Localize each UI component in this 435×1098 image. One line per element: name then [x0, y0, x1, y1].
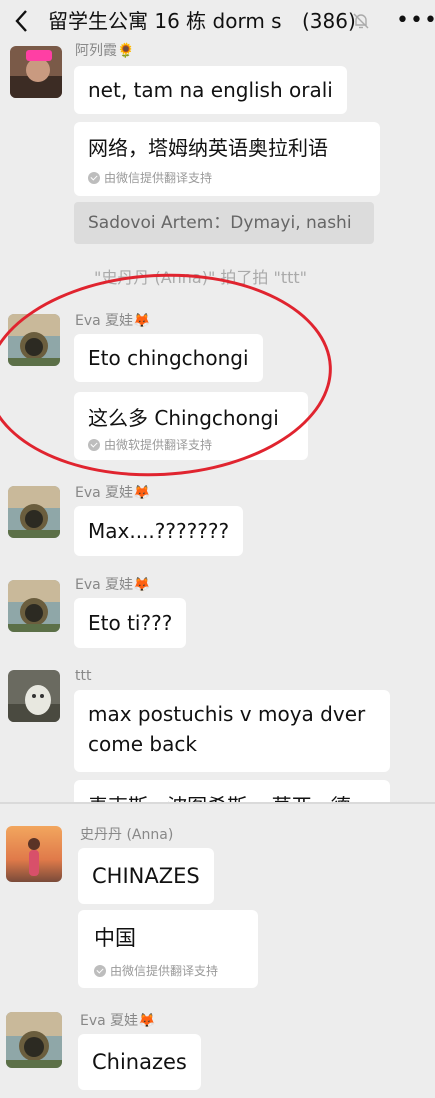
check-icon	[88, 438, 100, 451]
sender-name: Eva 夏娃🦊	[75, 577, 151, 593]
translation-bubble[interactable]: 网络，塔姆纳英语奥拉利语 由微信提供翻译支持	[74, 122, 380, 196]
avatar[interactable]	[8, 486, 60, 538]
sender-name: ttt	[75, 668, 92, 684]
sender-name: 阿列霞🌻	[75, 43, 135, 59]
translation-text: 网络，塔姆纳英语奥拉利语	[88, 136, 328, 160]
message-bubble[interactable]: CHINAZES	[78, 848, 214, 904]
chevron-left-icon[interactable]	[12, 6, 32, 36]
system-message: "史丹丹 (Anna)" 拍了拍 "ttt"	[94, 268, 308, 287]
message-bubble[interactable]: net, tam na english orali	[74, 66, 347, 114]
translation-note: 由微软提供翻译支持	[88, 436, 212, 453]
bell-off-icon	[352, 12, 370, 30]
more-dots-icon[interactable]: •••	[396, 8, 435, 33]
avatar[interactable]	[6, 826, 62, 882]
sender-name: Eva 夏娃🦊	[75, 485, 151, 501]
avatar[interactable]	[8, 670, 60, 722]
chat-title: 留学生公寓 16 栋 dorm s	[48, 9, 282, 33]
message-line: come back	[88, 732, 197, 756]
avatar[interactable]	[6, 1012, 62, 1068]
message-bubble[interactable]: Max....???????	[74, 506, 244, 556]
chat-header: 留学生公寓 16 栋 dorm s (386) •••	[0, 0, 435, 44]
translation-bubble[interactable]: 中国 由微信提供翻译支持	[78, 910, 258, 988]
translation-note: 由微信提供翻译支持	[94, 962, 218, 979]
check-icon	[94, 964, 106, 977]
translation-text: 中国	[94, 926, 136, 950]
check-icon	[88, 171, 100, 184]
avatar[interactable]	[8, 314, 60, 366]
divider	[0, 802, 435, 804]
translation-note: 由微信提供翻译支持	[88, 169, 212, 186]
message-bubble[interactable]: Eto chingchongi	[74, 334, 263, 382]
avatar[interactable]	[10, 46, 62, 98]
message-line: max postuchis v moya dver	[88, 702, 366, 726]
sender-name: Eva 夏娃🦊	[80, 1013, 156, 1029]
translation-text: 这么多 Chingchongi	[88, 406, 279, 430]
sender-name: 史丹丹 (Anna)	[80, 827, 174, 843]
avatar[interactable]	[8, 580, 60, 632]
message-bubble[interactable]: Eto ti???	[74, 598, 187, 648]
sender-name: Eva 夏娃🦊	[75, 313, 151, 329]
translation-bubble[interactable]: 这么多 Chingchongi 由微软提供翻译支持	[74, 392, 308, 460]
quoted-message[interactable]: Sadovoi Artem：Dymayi, nashi	[74, 202, 374, 244]
member-count: (386)	[300, 6, 356, 36]
message-bubble[interactable]: Chinazes	[78, 1034, 201, 1090]
message-bubble[interactable]: max postuchis v moya dver come back	[74, 690, 390, 772]
